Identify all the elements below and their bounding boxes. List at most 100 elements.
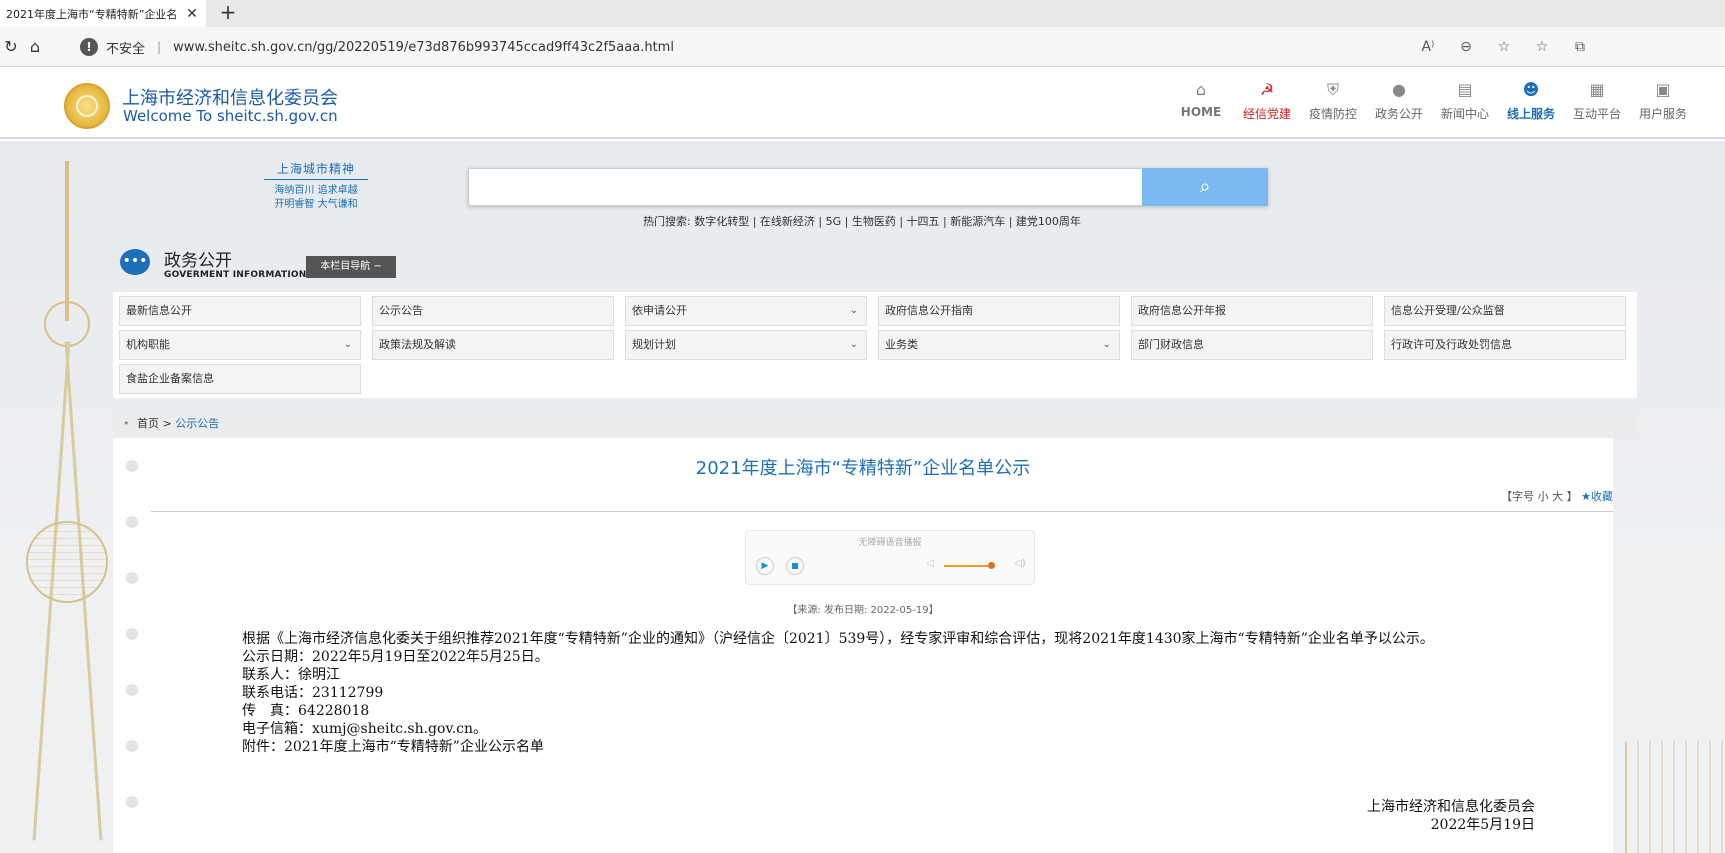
city-spirit-title: 上海城市精神 bbox=[264, 160, 368, 180]
column-nav-button[interactable]: 本栏目导航 − bbox=[306, 256, 396, 278]
collections-icon[interactable]: ⧉ bbox=[1570, 37, 1590, 57]
menu-item-label: 政府信息公开指南 bbox=[885, 304, 973, 317]
tab-title: 2021年度上海市“专精特新”企业名 bbox=[6, 7, 178, 21]
menu-item-label: 食盐企业备案信息 bbox=[126, 372, 214, 385]
menu-item[interactable]: 业务类 ⌄ bbox=[878, 330, 1120, 360]
article-line: 传 真：64228018 bbox=[242, 703, 370, 719]
play-icon[interactable]: ▶ bbox=[756, 557, 774, 575]
menu-item[interactable]: 食盐企业备案信息 bbox=[119, 364, 361, 394]
nav-party-building[interactable]: ☭ 经信党建 bbox=[1234, 79, 1300, 122]
menu-item[interactable]: 政府信息公开年报 bbox=[1131, 296, 1373, 326]
add-favorite-icon[interactable]: ☆ bbox=[1494, 37, 1514, 57]
nav-user-service[interactable]: ▣ 用户服务 bbox=[1630, 79, 1696, 122]
menu-item[interactable]: 机构职能 ⌄ bbox=[119, 330, 361, 360]
share-dot-icon[interactable] bbox=[126, 740, 138, 752]
nav-online-service[interactable]: ☻ 线上服务 bbox=[1498, 79, 1564, 122]
share-dot-icon[interactable] bbox=[126, 572, 138, 584]
article-signature: 上海市经济和信息化委员会 2022年5月19日 bbox=[1367, 798, 1535, 834]
close-tab-icon[interactable]: ✕ bbox=[184, 6, 200, 22]
breadcrumb-current[interactable]: 公示公告 bbox=[175, 417, 219, 430]
bullet-icon: • bbox=[123, 417, 130, 430]
menu-item[interactable]: 政府信息公开指南 bbox=[878, 296, 1120, 326]
hot-search[interactable]: 热门搜索: 数字化转型 | 在线新经济 | 5G | 生物医药 | 十四五 | … bbox=[643, 213, 1081, 229]
volume-slider[interactable] bbox=[944, 565, 994, 567]
menu-item[interactable]: 政策法规及解读 bbox=[372, 330, 614, 360]
menu-item-label: 公示公告 bbox=[379, 304, 423, 317]
share-dot-icon[interactable] bbox=[126, 684, 138, 696]
nav-epidemic[interactable]: ⛨ 疫情防控 bbox=[1300, 79, 1366, 122]
volume-knob[interactable] bbox=[988, 562, 995, 569]
menu-item[interactable]: 行政许可及行政处罚信息 bbox=[1384, 330, 1626, 360]
stop-icon[interactable] bbox=[786, 557, 804, 575]
nav-label: 互动平台 bbox=[1572, 107, 1621, 121]
favorite-link[interactable]: ★收藏 bbox=[1581, 490, 1613, 503]
section-title: 政务公开 bbox=[164, 251, 232, 271]
menu-item[interactable]: 规划计划 ⌄ bbox=[625, 330, 867, 360]
chevron-down-icon: ⌄ bbox=[849, 305, 858, 316]
nav-interaction[interactable]: ▦ 互动平台 bbox=[1564, 79, 1630, 122]
browser-tab[interactable]: 2021年度上海市“专精特新”企业名 ✕ bbox=[0, 0, 206, 27]
article-paragraph: 根据《上海市经济信息化委关于组织推荐2021年度“专精特新”企业的通知》（沪经信… bbox=[242, 631, 1434, 647]
menu-item[interactable]: 公示公告 bbox=[372, 296, 614, 326]
menu-item[interactable]: 信息公开受理/公众监督 bbox=[1384, 296, 1626, 326]
search-button[interactable]: ⌕ bbox=[1142, 168, 1268, 206]
article-container: 2021年度上海市“专精特新”企业名单公示 【字号 小 大 】 ★收藏 无障碍语… bbox=[113, 438, 1613, 853]
refresh-icon[interactable]: ↻ bbox=[0, 36, 22, 58]
volume-low-icon[interactable]: ◁ bbox=[926, 558, 934, 569]
article-title: 2021年度上海市“专精特新”企业名单公示 bbox=[695, 458, 1031, 479]
chat-icon: ● bbox=[1392, 80, 1406, 99]
nav-label: 新闻中心 bbox=[1440, 107, 1489, 121]
nav-label: 经信党建 bbox=[1242, 107, 1291, 121]
menu-item[interactable]: 部门财政信息 bbox=[1131, 330, 1373, 360]
menu-item-label: 机构职能 bbox=[126, 338, 170, 351]
warning-icon[interactable]: ! bbox=[80, 38, 98, 56]
menu-item-label: 规划计划 bbox=[632, 338, 676, 351]
search-bar: ⌕ bbox=[468, 168, 1268, 206]
nav-news[interactable]: ▤ 新闻中心 bbox=[1432, 79, 1498, 122]
menu-item-label: 依申请公开 bbox=[632, 304, 687, 317]
favorites-icon[interactable]: ☆ bbox=[1532, 37, 1552, 57]
party-icon: ☭ bbox=[1259, 80, 1275, 99]
insecure-label: 不安全 bbox=[106, 41, 146, 57]
nav-home[interactable]: ⌂ HOME bbox=[1168, 79, 1234, 122]
sign-date: 2022年5月19日 bbox=[1430, 817, 1535, 833]
search-icon: ⌕ bbox=[1199, 175, 1211, 198]
zoom-icon[interactable]: ⊖ bbox=[1456, 37, 1476, 57]
user-service-icon: ▣ bbox=[1655, 80, 1671, 99]
top-nav: ⌂ HOME ☭ 经信党建 ⛨ 疫情防控 ● 政务公开 ▤ 新闻中心 ☻ 线上服… bbox=[1168, 79, 1696, 122]
share-dot-icon[interactable] bbox=[126, 516, 138, 528]
chat-icon: ••• bbox=[120, 249, 150, 275]
article-line: 联系人：徐明江 bbox=[242, 667, 340, 683]
city-spirit-line: 开明睿智 大气谦和 bbox=[274, 199, 358, 210]
nav-label: 疫情防控 bbox=[1308, 107, 1357, 121]
url-text[interactable]: www.sheitc.sh.gov.cn/gg/20220519/e73d876… bbox=[173, 40, 674, 55]
shield-icon: ⛨ bbox=[1326, 80, 1339, 99]
home-icon: ⌂ bbox=[1195, 80, 1207, 99]
url-field[interactable]: ! 不安全 | www.sheitc.sh.gov.cn/gg/20220519… bbox=[70, 31, 1590, 63]
nav-label: 用户服务 bbox=[1638, 107, 1687, 121]
font-size-label[interactable]: 【字号 小 大 】 bbox=[1501, 490, 1578, 503]
share-dot-icon[interactable] bbox=[126, 628, 138, 640]
search-input[interactable] bbox=[468, 168, 1142, 206]
share-dot-icon[interactable] bbox=[126, 796, 138, 808]
breadcrumb-home[interactable]: 首页 bbox=[137, 417, 159, 430]
city-spirit: 上海城市精神 海纳百川 追求卓越 开明睿智 大气谦和 bbox=[264, 160, 368, 212]
read-aloud-icon[interactable]: A⁾ bbox=[1418, 37, 1438, 57]
font-size-control[interactable]: 【字号 小 大 】 ★收藏 bbox=[1501, 488, 1613, 504]
new-tab-button[interactable]: + bbox=[216, 2, 240, 24]
section-subtitle: GOVERMENT INFORMATION bbox=[164, 270, 307, 280]
building-illustration bbox=[1625, 741, 1725, 853]
site-logo[interactable] bbox=[64, 83, 110, 129]
volume-high-icon[interactable]: ◁) bbox=[1014, 558, 1026, 569]
tab-bar: 2021年度上海市“专精特新”企业名 ✕ + bbox=[0, 0, 1725, 27]
nav-label: HOME bbox=[1180, 105, 1222, 119]
attachment-link[interactable]: 附件：2021年度上海市“专精特新”企业公示名单 bbox=[210, 738, 1450, 756]
url-divider: | bbox=[157, 40, 162, 54]
menu-item[interactable]: 最新信息公开 bbox=[119, 296, 361, 326]
menu-item[interactable]: 依申请公开 ⌄ bbox=[625, 296, 867, 326]
home-icon[interactable]: ⌂ bbox=[24, 36, 46, 58]
menu-item-label: 部门财政信息 bbox=[1138, 338, 1204, 351]
nav-gov-info[interactable]: ● 政务公开 bbox=[1366, 79, 1432, 122]
signer: 上海市经济和信息化委员会 bbox=[1367, 799, 1535, 815]
column-menu: 最新信息公开 公示公告 依申请公开 ⌄ 政府信息公开指南 政府信息公开年报 信息公… bbox=[113, 292, 1637, 398]
